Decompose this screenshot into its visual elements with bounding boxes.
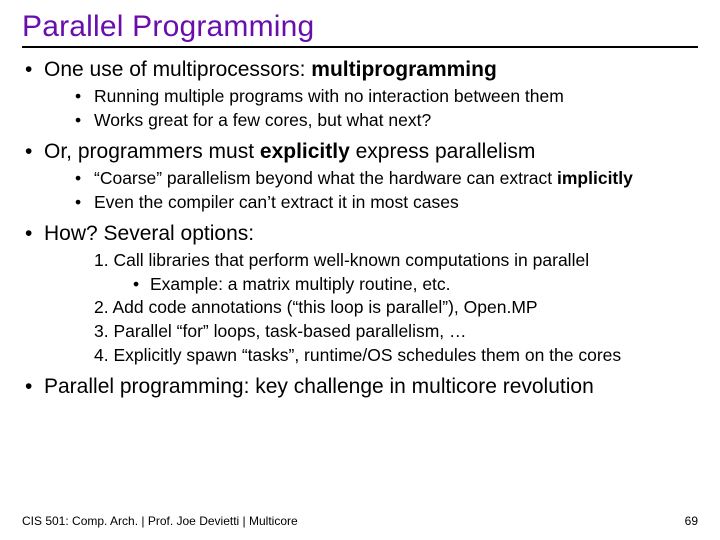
bullet-2-pre: Or, programmers must	[44, 140, 260, 163]
bullet-3-o3: 3. Parallel “for” loops, task-based para…	[72, 320, 698, 343]
bullet-3: How? Several options: 1. Call libraries …	[22, 220, 698, 367]
bullet-1-bold: multiprogramming	[311, 58, 497, 81]
slide-footer: CIS 501: Comp. Arch. | Prof. Joe Deviett…	[22, 514, 698, 528]
bullet-3-text: How? Several options:	[44, 222, 254, 245]
bullet-2-post: express parallelism	[350, 140, 536, 163]
bullet-2: Or, programmers must explicitly express …	[22, 138, 698, 214]
bullet-3-ordered: 1. Call libraries that perform well-know…	[72, 249, 698, 367]
bullet-3-o1-sub: Example: a matrix multiply routine, etc.	[130, 273, 698, 296]
bullet-3-o4: 4. Explicitly spawn “tasks”, runtime/OS …	[72, 344, 698, 367]
bullet-2-sub-1: “Coarse” parallelism beyond what the har…	[72, 167, 698, 190]
bullet-1: One use of multiprocessors: multiprogram…	[22, 56, 698, 132]
bullet-2-sub-1-bold: implicitly	[557, 168, 633, 188]
bullet-1-sub-2: Works great for a few cores, but what ne…	[72, 109, 698, 132]
slide: Parallel Programming One use of multipro…	[0, 0, 720, 540]
bullet-3-o1-text: 1. Call libraries that perform well-know…	[94, 250, 589, 270]
bullet-1-sublist: Running multiple programs with no intera…	[72, 85, 698, 132]
bullet-1-sub-1: Running multiple programs with no intera…	[72, 85, 698, 108]
footer-page-number: 69	[685, 514, 698, 528]
bullet-2-bold: explicitly	[260, 140, 350, 163]
bullet-2-sub-2: Even the compiler can’t extract it in mo…	[72, 191, 698, 214]
bullet-4: Parallel programming: key challenge in m…	[22, 373, 698, 400]
bullet-3-o1-sublist: Example: a matrix multiply routine, etc.	[130, 273, 698, 296]
slide-title: Parallel Programming	[22, 10, 698, 44]
bullet-list: One use of multiprocessors: multiprogram…	[22, 56, 698, 400]
title-rule	[22, 46, 698, 48]
bullet-2-sublist: “Coarse” parallelism beyond what the har…	[72, 167, 698, 214]
bullet-3-o2: 2. Add code annotations (“this loop is p…	[72, 296, 698, 319]
footer-left: CIS 501: Comp. Arch. | Prof. Joe Deviett…	[22, 514, 298, 528]
bullet-1-pre: One use of multiprocessors:	[44, 58, 311, 81]
bullet-3-o1: 1. Call libraries that perform well-know…	[72, 249, 698, 296]
bullet-2-sub-1-pre: “Coarse” parallelism beyond what the har…	[94, 168, 557, 188]
